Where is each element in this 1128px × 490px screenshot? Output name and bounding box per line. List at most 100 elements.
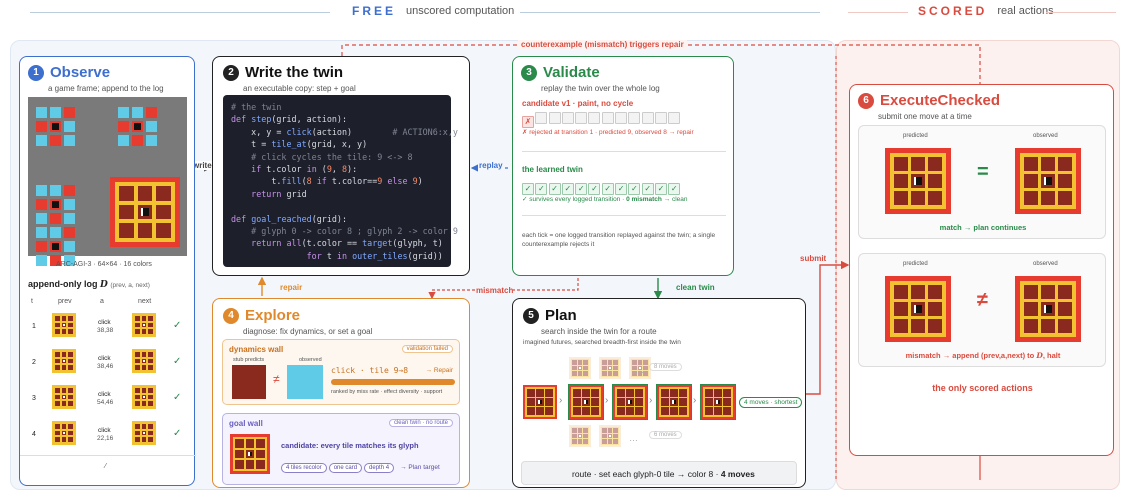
step-number: 2 [223,64,239,81]
frame-tile [577,428,583,433]
frame-tile [55,316,61,322]
frame-tile [572,428,577,433]
frame-caption: ARC-AGI-3 · 64×64 · 16 colors [56,261,152,268]
pass-box: ✓ [535,183,548,195]
frame-tile [1023,301,1038,317]
frame-tile [135,394,141,400]
frame-cell [36,213,47,224]
explore-title-text: Explore [245,307,301,324]
observe-title-text: Observe [50,64,111,81]
frame-cell [64,213,75,224]
frame-cell [132,135,143,146]
untested-box [641,112,654,124]
frame-tile [910,191,926,206]
frame-tile [147,394,153,400]
frame-tile [256,439,265,448]
log-t: 4 [32,431,36,438]
frame-cell [132,107,143,118]
frame-tile [536,389,544,397]
col-a: a [100,298,104,305]
frame-tile [626,389,634,397]
log-title: append-only log D (prev, a, next) [28,279,150,290]
glyph-icon [62,395,66,399]
frame-tile [135,388,141,394]
validate-title-text: Validate [543,64,600,81]
frame-tile [137,186,153,202]
goal-wall-card: goal wall clean twin · no route candidat… [222,413,460,485]
frame-tile [679,389,687,397]
frame-tile [135,316,141,322]
frame-tile [141,358,147,364]
plan-panel: 5 Plan search inside the twin for a rout… [512,298,806,488]
frame-tile [545,389,553,397]
frame-tile [617,389,625,397]
frame-tile [55,328,61,334]
frame-tile [67,394,73,400]
frame-tile [583,439,588,444]
frame-tile [135,328,141,334]
frame-cell [36,227,47,238]
frame-tile [135,436,141,442]
frame-tile [714,407,722,415]
twin-title: 2 Write the twin [223,64,343,81]
frame-tile [626,407,634,415]
log-coords: 38,46 [97,363,114,370]
frame-tile [536,398,544,406]
frame-cell [146,135,157,146]
pass-box: ✓ [668,183,681,195]
frame-tile [705,398,713,406]
frame-cell [36,241,47,252]
rejected-text: ✗ rejected at transition 1 · predicted 9… [522,129,694,136]
frame-tile [1058,284,1073,299]
frame-tile [582,407,590,415]
frame-tile [141,424,147,430]
predicted-label: predicted [903,133,928,139]
frame-tile [137,222,153,238]
execute-title: 6 ExecuteChecked [858,92,1000,109]
log-ellipsis: ⁄ [105,463,107,470]
log-action: click [98,427,111,434]
match-text: match → plan continues [939,223,1027,232]
mismatch-label: mismatch [476,286,514,295]
frame-tile [55,388,61,394]
frame-tile [661,407,669,415]
frame-tile [135,400,141,406]
frame-tile [893,191,908,206]
goal-pill: one card [328,463,363,473]
observed-label: observed [1033,133,1058,139]
validate-title: 3 Validate [521,64,600,81]
frame-tile [141,352,147,358]
frame-tile [55,352,61,358]
execute-subtitle: submit one move at a time [878,112,972,121]
pass-box: ✓ [641,183,654,195]
frame-tile [141,316,147,322]
stub-tile [232,365,266,399]
frame-tile [910,301,926,317]
twin-title-text: Write the twin [245,64,344,81]
frame-tile [910,156,926,171]
plan-target: → Plan target [400,464,440,471]
observe-panel: 1 Observe a game frame; append to the lo… [19,56,196,486]
frame-tile [141,400,147,406]
frame-thumbnail [132,385,156,409]
glyph-icon [62,323,66,327]
miss-rate-bar [331,379,455,385]
frame-thumbnail [132,313,156,337]
frame-tile [67,400,73,406]
untested-box [668,112,681,124]
log-divider [20,455,196,456]
goal-thumbnail [230,434,270,474]
log-t: 1 [32,323,36,330]
frame-tile [573,407,581,415]
frame-thumbnail [1015,276,1081,342]
frame-cell [118,107,129,118]
only-scored-text: the only scored actions [932,383,1033,393]
repair-label: repair [280,283,303,292]
shortest-badge: 4 moves · shortest [739,397,803,408]
frame-tile [1023,284,1038,299]
frame-tile [591,398,599,406]
upper-moves: 8 moves [649,363,682,371]
twin-subtitle: an executable copy: step + goal [243,84,356,93]
frame-tile [147,436,153,442]
frame-cell [64,227,75,238]
